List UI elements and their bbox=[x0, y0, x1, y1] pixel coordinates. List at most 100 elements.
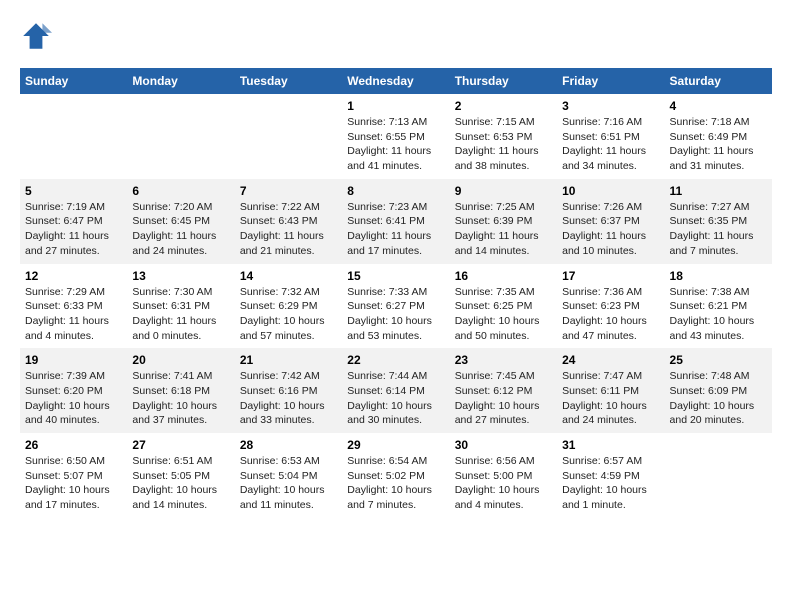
calendar-cell: 10 Sunrise: 7:26 AM Sunset: 6:37 PM Dayli… bbox=[557, 179, 664, 264]
cell-info: Sunrise: 7:32 AM Sunset: 6:29 PM Dayligh… bbox=[240, 285, 337, 344]
calendar-cell: 3Sunrise: 7:16 AM Sunset: 6:51 PM Daylig… bbox=[557, 94, 664, 179]
calendar-cell: 26 Sunrise: 6:50 AM Sunset: 5:07 PM Dayli… bbox=[20, 433, 127, 518]
calendar-cell: 5 Sunrise: 7:19 AM Sunset: 6:47 PM Daylig… bbox=[20, 179, 127, 264]
calendar-cell: 25 Sunrise: 7:48 AM Sunset: 6:09 PM Dayli… bbox=[665, 348, 772, 433]
date-number: 27 bbox=[132, 438, 229, 452]
cell-info: Sunrise: 7:45 AM Sunset: 6:12 PM Dayligh… bbox=[455, 369, 552, 428]
cell-info: Sunrise: 7:27 AM Sunset: 6:35 PM Dayligh… bbox=[670, 200, 767, 259]
date-number: 2 bbox=[455, 99, 552, 113]
cell-info: Sunrise: 7:15 AM Sunset: 6:53 PM Dayligh… bbox=[455, 115, 552, 174]
date-number: 11 bbox=[670, 184, 767, 198]
cell-info: Sunrise: 7:18 AM Sunset: 6:49 PM Dayligh… bbox=[670, 115, 767, 174]
calendar-cell: 28 Sunrise: 6:53 AM Sunset: 5:04 PM Dayli… bbox=[235, 433, 342, 518]
day-header-wednesday: Wednesday bbox=[342, 68, 449, 94]
calendar-cell: 6 Sunrise: 7:20 AM Sunset: 6:45 PM Daylig… bbox=[127, 179, 234, 264]
calendar-cell: 30 Sunrise: 6:56 AM Sunset: 5:00 PM Dayli… bbox=[450, 433, 557, 518]
logo bbox=[20, 20, 56, 52]
date-number: 22 bbox=[347, 353, 444, 367]
calendar-week-row: 19Sunrise: 7:39 AM Sunset: 6:20 PM Dayli… bbox=[20, 348, 772, 433]
calendar-cell: 22 Sunrise: 7:44 AM Sunset: 6:14 PM Dayli… bbox=[342, 348, 449, 433]
calendar-cell: 24 Sunrise: 7:47 AM Sunset: 6:11 PM Dayli… bbox=[557, 348, 664, 433]
calendar-cell bbox=[127, 94, 234, 179]
calendar-cell: 20Sunrise: 7:41 AM Sunset: 6:18 PM Dayli… bbox=[127, 348, 234, 433]
calendar-cell: 27 Sunrise: 6:51 AM Sunset: 5:05 PM Dayli… bbox=[127, 433, 234, 518]
date-number: 17 bbox=[562, 269, 659, 283]
cell-info: Sunrise: 6:51 AM Sunset: 5:05 PM Dayligh… bbox=[132, 454, 229, 513]
cell-info: Sunrise: 7:33 AM Sunset: 6:27 PM Dayligh… bbox=[347, 285, 444, 344]
cell-info: Sunrise: 6:53 AM Sunset: 5:04 PM Dayligh… bbox=[240, 454, 337, 513]
calendar-cell bbox=[665, 433, 772, 518]
cell-info: Sunrise: 7:44 AM Sunset: 6:14 PM Dayligh… bbox=[347, 369, 444, 428]
cell-info: Sunrise: 7:19 AM Sunset: 6:47 PM Dayligh… bbox=[25, 200, 122, 259]
calendar-cell: 19Sunrise: 7:39 AM Sunset: 6:20 PM Dayli… bbox=[20, 348, 127, 433]
calendar-cell: 8 Sunrise: 7:23 AM Sunset: 6:41 PM Daylig… bbox=[342, 179, 449, 264]
date-number: 16 bbox=[455, 269, 552, 283]
date-number: 12 bbox=[25, 269, 122, 283]
calendar-cell: 21 Sunrise: 7:42 AM Sunset: 6:16 PM Dayli… bbox=[235, 348, 342, 433]
calendar-cell: 12 Sunrise: 7:29 AM Sunset: 6:33 PM Dayli… bbox=[20, 264, 127, 349]
date-number: 7 bbox=[240, 184, 337, 198]
cell-info: Sunrise: 7:30 AM Sunset: 6:31 PM Dayligh… bbox=[132, 285, 229, 344]
date-number: 8 bbox=[347, 184, 444, 198]
cell-info: Sunrise: 7:16 AM Sunset: 6:51 PM Dayligh… bbox=[562, 115, 659, 174]
day-header-sunday: Sunday bbox=[20, 68, 127, 94]
cell-info: Sunrise: 7:38 AM Sunset: 6:21 PM Dayligh… bbox=[670, 285, 767, 344]
date-number: 19 bbox=[25, 353, 122, 367]
date-number: 13 bbox=[132, 269, 229, 283]
day-header-thursday: Thursday bbox=[450, 68, 557, 94]
day-header-friday: Friday bbox=[557, 68, 664, 94]
calendar-cell: 1Sunrise: 7:13 AM Sunset: 6:55 PM Daylig… bbox=[342, 94, 449, 179]
calendar-cell bbox=[235, 94, 342, 179]
calendar-cell: 31Sunrise: 6:57 AM Sunset: 4:59 PM Dayli… bbox=[557, 433, 664, 518]
calendar-cell: 7Sunrise: 7:22 AM Sunset: 6:43 PM Daylig… bbox=[235, 179, 342, 264]
calendar-cell: 9Sunrise: 7:25 AM Sunset: 6:39 PM Daylig… bbox=[450, 179, 557, 264]
calendar-body: 1Sunrise: 7:13 AM Sunset: 6:55 PM Daylig… bbox=[20, 94, 772, 518]
calendar-cell: 29Sunrise: 6:54 AM Sunset: 5:02 PM Dayli… bbox=[342, 433, 449, 518]
cell-info: Sunrise: 7:26 AM Sunset: 6:37 PM Dayligh… bbox=[562, 200, 659, 259]
cell-info: Sunrise: 7:48 AM Sunset: 6:09 PM Dayligh… bbox=[670, 369, 767, 428]
calendar-cell: 16 Sunrise: 7:35 AM Sunset: 6:25 PM Dayli… bbox=[450, 264, 557, 349]
cell-info: Sunrise: 7:42 AM Sunset: 6:16 PM Dayligh… bbox=[240, 369, 337, 428]
date-number: 20 bbox=[132, 353, 229, 367]
cell-info: Sunrise: 7:29 AM Sunset: 6:33 PM Dayligh… bbox=[25, 285, 122, 344]
calendar-week-row: 1Sunrise: 7:13 AM Sunset: 6:55 PM Daylig… bbox=[20, 94, 772, 179]
page-header bbox=[20, 20, 772, 52]
calendar-cell: 4 Sunrise: 7:18 AM Sunset: 6:49 PM Daylig… bbox=[665, 94, 772, 179]
calendar-cell bbox=[20, 94, 127, 179]
calendar-table: SundayMondayTuesdayWednesdayThursdayFrid… bbox=[20, 68, 772, 518]
calendar-cell: 18 Sunrise: 7:38 AM Sunset: 6:21 PM Dayli… bbox=[665, 264, 772, 349]
date-number: 6 bbox=[132, 184, 229, 198]
day-header-saturday: Saturday bbox=[665, 68, 772, 94]
cell-info: Sunrise: 6:54 AM Sunset: 5:02 PM Dayligh… bbox=[347, 454, 444, 513]
date-number: 14 bbox=[240, 269, 337, 283]
date-number: 23 bbox=[455, 353, 552, 367]
day-header-tuesday: Tuesday bbox=[235, 68, 342, 94]
calendar-week-row: 5 Sunrise: 7:19 AM Sunset: 6:47 PM Daylig… bbox=[20, 179, 772, 264]
logo-icon bbox=[20, 20, 52, 52]
date-number: 26 bbox=[25, 438, 122, 452]
cell-info: Sunrise: 6:56 AM Sunset: 5:00 PM Dayligh… bbox=[455, 454, 552, 513]
calendar-cell: 11 Sunrise: 7:27 AM Sunset: 6:35 PM Dayli… bbox=[665, 179, 772, 264]
calendar-cell: 13 Sunrise: 7:30 AM Sunset: 6:31 PM Dayli… bbox=[127, 264, 234, 349]
cell-info: Sunrise: 7:35 AM Sunset: 6:25 PM Dayligh… bbox=[455, 285, 552, 344]
cell-info: Sunrise: 7:13 AM Sunset: 6:55 PM Dayligh… bbox=[347, 115, 444, 174]
cell-info: Sunrise: 7:20 AM Sunset: 6:45 PM Dayligh… bbox=[132, 200, 229, 259]
cell-info: Sunrise: 6:50 AM Sunset: 5:07 PM Dayligh… bbox=[25, 454, 122, 513]
date-number: 18 bbox=[670, 269, 767, 283]
date-number: 4 bbox=[670, 99, 767, 113]
date-number: 10 bbox=[562, 184, 659, 198]
calendar-week-row: 12 Sunrise: 7:29 AM Sunset: 6:33 PM Dayli… bbox=[20, 264, 772, 349]
date-number: 5 bbox=[25, 184, 122, 198]
date-number: 24 bbox=[562, 353, 659, 367]
cell-info: Sunrise: 7:47 AM Sunset: 6:11 PM Dayligh… bbox=[562, 369, 659, 428]
day-header-monday: Monday bbox=[127, 68, 234, 94]
date-number: 31 bbox=[562, 438, 659, 452]
date-number: 30 bbox=[455, 438, 552, 452]
date-number: 15 bbox=[347, 269, 444, 283]
date-number: 28 bbox=[240, 438, 337, 452]
date-number: 9 bbox=[455, 184, 552, 198]
date-number: 25 bbox=[670, 353, 767, 367]
cell-info: Sunrise: 7:23 AM Sunset: 6:41 PM Dayligh… bbox=[347, 200, 444, 259]
date-number: 21 bbox=[240, 353, 337, 367]
calendar-week-row: 26 Sunrise: 6:50 AM Sunset: 5:07 PM Dayli… bbox=[20, 433, 772, 518]
